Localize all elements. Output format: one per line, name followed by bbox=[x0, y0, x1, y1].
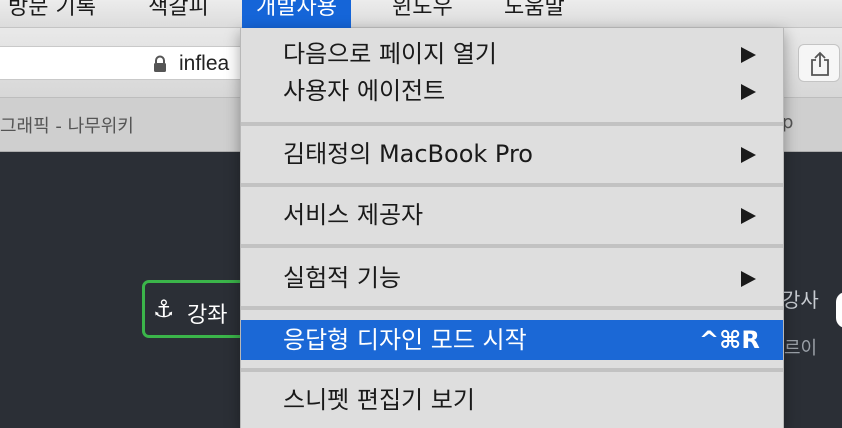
menubar-item-help[interactable]: 도움말 bbox=[490, 0, 579, 28]
submenu-arrow-icon bbox=[741, 208, 756, 224]
menu-bar: 방문 기록 책갈피 개발자용 윈도우 도움말 bbox=[0, 0, 842, 28]
menu-separator bbox=[241, 244, 783, 248]
submenu-arrow-icon bbox=[741, 147, 756, 163]
menu-item-service-provider[interactable]: 서비스 제공자 bbox=[241, 195, 783, 235]
url-text: inflea bbox=[179, 52, 230, 75]
menubar-item-develop[interactable]: 개발자용 bbox=[242, 0, 351, 28]
menu-item-label: 김태정의 MacBook Pro bbox=[283, 140, 533, 168]
menu-item-shortcut: ^⌘R bbox=[699, 326, 760, 354]
menu-item-experimental-features[interactable]: 실험적 기능 bbox=[241, 258, 783, 298]
menu-item-snippet-editor[interactable]: 스니펫 편집기 보기 bbox=[241, 380, 783, 420]
menu-item-label: 응답형 디자인 모드 시작 bbox=[283, 326, 527, 354]
menu-separator bbox=[241, 368, 783, 372]
lock-icon bbox=[151, 55, 169, 73]
submenu-arrow-icon bbox=[741, 47, 756, 63]
menu-item-label: 서비스 제공자 bbox=[283, 201, 424, 229]
side-text-instructor: 강사 bbox=[782, 288, 819, 312]
menu-separator bbox=[241, 306, 783, 310]
menu-item-open-page-with[interactable]: 다음으로 페이지 열기 bbox=[241, 34, 783, 74]
menu-separator bbox=[241, 183, 783, 187]
side-circle bbox=[836, 292, 842, 328]
menu-item-label: 다음으로 페이지 열기 bbox=[283, 40, 497, 68]
submenu-arrow-icon bbox=[741, 84, 756, 100]
menu-item-label: 스니펫 편집기 보기 bbox=[283, 386, 475, 414]
develop-menu: 다음으로 페이지 열기 사용자 에이전트 김태정의 MacBook Pro 서비… bbox=[240, 28, 784, 428]
anchor-icon: ⚓ bbox=[153, 295, 175, 323]
share-button[interactable] bbox=[798, 44, 840, 82]
menu-item-label: 실험적 기능 bbox=[283, 264, 402, 292]
course-button-label: 강좌 bbox=[187, 303, 228, 328]
menu-item-device-macbook[interactable]: 김태정의 MacBook Pro bbox=[241, 134, 783, 174]
side-text-secondary: 르이 bbox=[784, 338, 818, 359]
submenu-arrow-icon bbox=[741, 271, 756, 287]
menubar-item-history[interactable]: 방문 기록 bbox=[0, 0, 110, 28]
tab-namuwiki[interactable]: 그래픽 - 나무위키 bbox=[0, 112, 134, 138]
menu-item-user-agent[interactable]: 사용자 에이전트 bbox=[241, 71, 783, 111]
menu-item-responsive-design-mode[interactable]: 응답형 디자인 모드 시작 ^⌘R bbox=[241, 320, 783, 360]
menubar-item-window[interactable]: 윈도우 bbox=[378, 0, 467, 28]
menu-item-label: 사용자 에이전트 bbox=[283, 77, 446, 105]
menubar-item-bookmarks[interactable]: 책갈피 bbox=[134, 0, 223, 28]
menu-separator bbox=[241, 122, 783, 126]
